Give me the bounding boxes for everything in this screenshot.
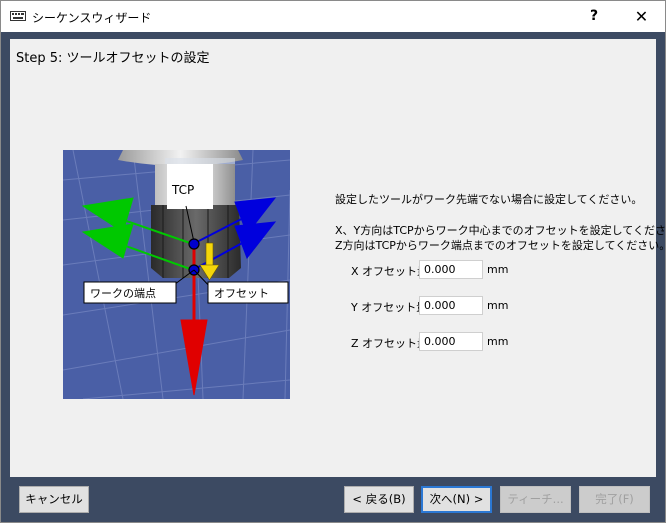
tcp-point <box>188 238 200 250</box>
wizard-body: Step 5: ツールオフセットの設定 TCP ワークの端点 オフセット 設定し… <box>1 32 666 522</box>
instruction-line-3: Z方向はTCPからワーク端点までのオフセットを設定してください。 <box>335 239 666 252</box>
teach-button[interactable]: ティーチ... <box>500 486 571 513</box>
offset-label: オフセット <box>214 287 269 300</box>
step-title: Step 5: ツールオフセットの設定 <box>16 51 210 66</box>
help-button[interactable]: ? <box>571 1 617 32</box>
x-offset-input[interactable] <box>419 260 483 279</box>
work-edge-label: ワークの端点 <box>90 287 156 300</box>
z-offset-input[interactable] <box>419 332 483 351</box>
cancel-button[interactable]: キャンセル <box>19 486 89 513</box>
y-offset-input[interactable] <box>419 296 483 315</box>
window-title: シーケンスウィザード <box>32 11 152 25</box>
x-offset-unit: mm <box>487 263 509 276</box>
finish-button[interactable]: 完了(F) <box>579 486 650 513</box>
close-button[interactable]: ✕ <box>618 1 665 32</box>
tcp-label: TCP <box>171 183 194 197</box>
tool-offset-illustration: TCP ワークの端点 オフセット <box>63 150 290 399</box>
wizard-window: シーケンスウィザード ? ✕ Step 5: ツールオフセットの設定 TCP ワ… <box>0 0 666 523</box>
instruction-line-1: 設定したツールがワーク先端でない場合に設定してください。 <box>335 193 643 206</box>
y-offset-unit: mm <box>487 299 509 312</box>
instruction-line-2: X、Y方向はTCPからワーク中心までのオフセットを設定してください。 <box>335 224 666 237</box>
step-panel: Step 5: ツールオフセットの設定 TCP ワークの端点 オフセット 設定し… <box>10 39 666 477</box>
z-offset-unit: mm <box>487 335 509 348</box>
back-button[interactable]: < 戻る(B) <box>344 486 414 513</box>
title-bar: シーケンスウィザード ? ✕ <box>1 1 665 32</box>
next-button[interactable]: 次へ(N) > <box>421 486 492 513</box>
app-icon <box>10 11 26 21</box>
